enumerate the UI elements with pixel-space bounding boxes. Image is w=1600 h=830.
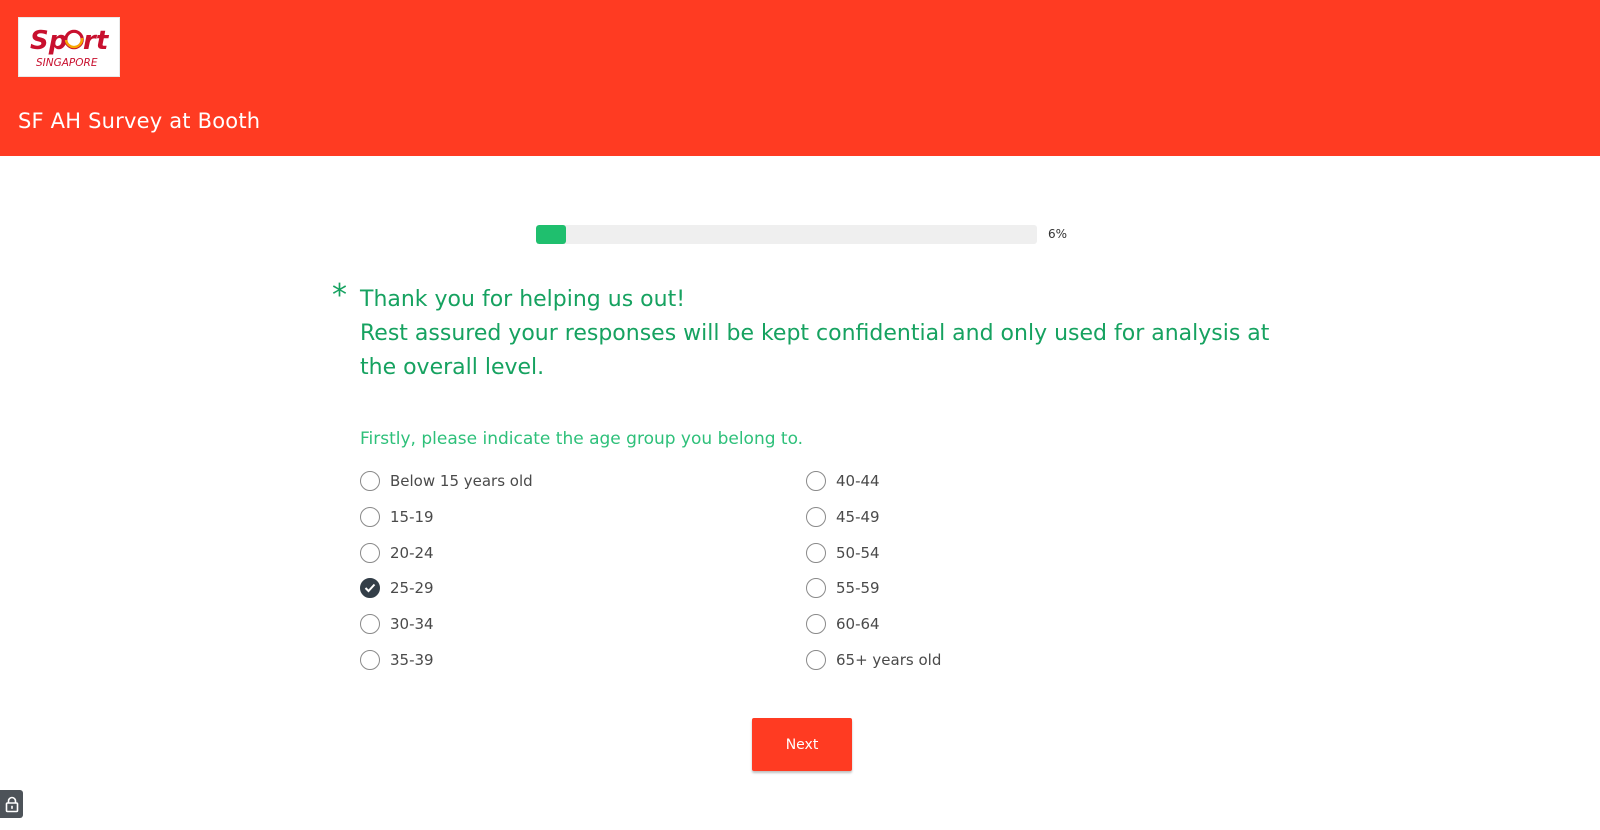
radio-button[interactable]: [806, 614, 826, 634]
radio-button[interactable]: [360, 507, 380, 527]
age-option[interactable]: 60-64: [806, 610, 880, 638]
age-option[interactable]: 20-24: [360, 539, 434, 567]
radio-button[interactable]: [806, 650, 826, 670]
question-line: Rest assured your responses will be kept…: [360, 321, 1270, 346]
age-option-label: 20-24: [390, 544, 434, 562]
svg-text:Sp: Sp: [30, 26, 67, 56]
age-option-label: 40-44: [836, 472, 880, 490]
checkmark-icon: [364, 583, 376, 593]
next-button[interactable]: Next: [752, 718, 852, 771]
radio-button[interactable]: [806, 578, 826, 598]
age-option-label: 65+ years old: [836, 651, 942, 669]
svg-text:rt: rt: [83, 26, 110, 56]
question-line: the overall level.: [360, 355, 545, 380]
progress-bar: [536, 225, 1037, 244]
age-option-label: 60-64: [836, 615, 880, 633]
age-option-label: 30-34: [390, 615, 434, 633]
survey-header: Sp rt SINGAPORE SF AH Survey at Booth: [0, 0, 1600, 156]
age-option[interactable]: 40-44: [806, 467, 880, 495]
age-option-label: 50-54: [836, 544, 880, 562]
age-option[interactable]: 30-34: [360, 610, 434, 638]
age-option[interactable]: 45-49: [806, 503, 880, 531]
age-option[interactable]: 35-39: [360, 646, 434, 674]
radio-button[interactable]: [806, 471, 826, 491]
security-lock-button[interactable]: [0, 790, 23, 818]
age-option-label: 55-59: [836, 579, 880, 597]
radio-button[interactable]: [360, 578, 380, 598]
lock-icon: [5, 796, 18, 812]
required-asterisk-icon: *: [332, 278, 347, 313]
progress-percent-label: 6%: [1048, 227, 1068, 241]
age-option[interactable]: Below 15 years old: [360, 467, 533, 495]
survey-title: SF AH Survey at Booth: [18, 109, 261, 133]
age-option-label: 35-39: [390, 651, 434, 669]
radio-button[interactable]: [806, 507, 826, 527]
age-option[interactable]: 65+ years old: [806, 646, 941, 674]
age-option-label: 45-49: [836, 508, 880, 526]
age-option-label: 25-29: [390, 579, 434, 597]
svg-text:SINGAPORE: SINGAPORE: [36, 57, 98, 69]
radio-button[interactable]: [360, 471, 380, 491]
age-option-label: 15-19: [390, 508, 434, 526]
sport-singapore-logo[interactable]: Sp rt SINGAPORE: [18, 17, 120, 77]
radio-button[interactable]: [360, 543, 380, 563]
question-text: Thank you for helping us out! Rest assur…: [360, 283, 1270, 385]
question-line: Thank you for helping us out!: [360, 287, 686, 312]
age-option-label: Below 15 years old: [390, 472, 533, 490]
age-option[interactable]: 50-54: [806, 539, 880, 567]
radio-button[interactable]: [360, 614, 380, 634]
progress-bar-fill: [536, 225, 567, 244]
age-option[interactable]: 15-19: [360, 503, 434, 531]
age-option[interactable]: 25-29: [360, 574, 434, 602]
age-option[interactable]: 55-59: [806, 574, 880, 602]
sub-question-text: Firstly, please indicate the age group y…: [360, 429, 804, 449]
radio-button[interactable]: [806, 543, 826, 563]
radio-button[interactable]: [360, 650, 380, 670]
